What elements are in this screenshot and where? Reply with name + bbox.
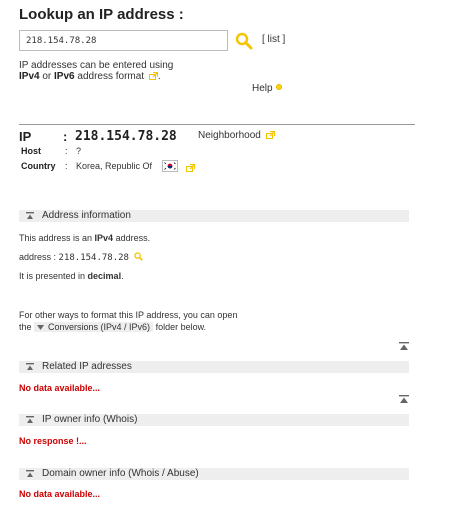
whois-header[interactable]: IP owner info (Whois) (19, 414, 409, 426)
collapse-up-icon (26, 470, 34, 477)
korea-flag-icon (162, 160, 178, 172)
domain-owner-status: No data available... (19, 489, 101, 499)
neighborhood-link[interactable]: Neighborhood (198, 130, 275, 141)
ip-value: 218.154.78.28 (75, 129, 177, 144)
scroll-up-button[interactable] (399, 395, 409, 403)
format-note-line: For other ways to format this IP address… (19, 310, 238, 320)
address-info-header[interactable]: Address information (19, 210, 409, 222)
ipv4-label: IPv4 (19, 71, 40, 82)
country-value: Korea, Republic Of (76, 161, 153, 171)
address-value: 218.154.78.28 (58, 253, 129, 263)
scroll-up-button[interactable] (399, 342, 409, 350)
help-dot-icon (275, 84, 282, 90)
magnifier-icon[interactable] (133, 252, 143, 261)
neighborhood-label: Neighborhood (198, 130, 261, 141)
external-link-icon[interactable] (148, 71, 158, 80)
domain-owner-title: Domain owner info (Whois / Abuse) (42, 468, 199, 479)
magnifier-icon (235, 32, 253, 50)
related-ip-title: Related IP adresses (42, 361, 132, 372)
collapse-up-icon (26, 363, 34, 370)
address-info-title: Address information (42, 210, 131, 221)
collapse-up-icon (26, 416, 34, 423)
address-type-line: This address is an IPv4 address. (19, 233, 151, 243)
external-link-icon (265, 130, 275, 139)
country-label: Country (21, 161, 56, 171)
ipv6-label: IPv6 (54, 71, 75, 82)
chevron-down-icon (37, 325, 45, 330)
ip-colon: : (63, 129, 68, 144)
hint-line1: IP addresses can be entered using (19, 60, 174, 71)
external-link-icon[interactable] (186, 163, 196, 172)
country-colon: : (65, 161, 68, 171)
ip-label: IP (19, 129, 32, 144)
conversions-line: the Conversions (IPv4 / IPv6) folder bel… (19, 322, 207, 332)
related-ip-header[interactable]: Related IP adresses (19, 361, 409, 373)
whois-status: No response !... (19, 436, 87, 446)
collapse-up-icon (26, 212, 34, 219)
list-link[interactable]: [ list ] (262, 34, 285, 45)
format-hint: IP addresses can be entered using IPv4 o… (19, 60, 174, 82)
divider (19, 124, 415, 125)
decimal-line: It is presented in decimal. (19, 271, 124, 281)
help-link[interactable]: Help (252, 83, 282, 94)
ip-search-input[interactable] (19, 30, 228, 51)
whois-title: IP owner info (Whois) (42, 414, 138, 425)
page-title: Lookup an IP address : (19, 6, 184, 23)
help-label: Help (252, 83, 273, 94)
address-line: address : 218.154.78.28 (19, 252, 143, 263)
host-colon: : (65, 146, 68, 156)
search-button[interactable] (235, 32, 253, 50)
domain-owner-header[interactable]: Domain owner info (Whois / Abuse) (19, 468, 409, 480)
related-ip-status: No data available... (19, 383, 101, 393)
host-label: Host (21, 146, 41, 156)
host-value: ? (76, 146, 82, 156)
conversions-folder-link[interactable]: Conversions (IPv4 / IPv6) (34, 322, 154, 332)
